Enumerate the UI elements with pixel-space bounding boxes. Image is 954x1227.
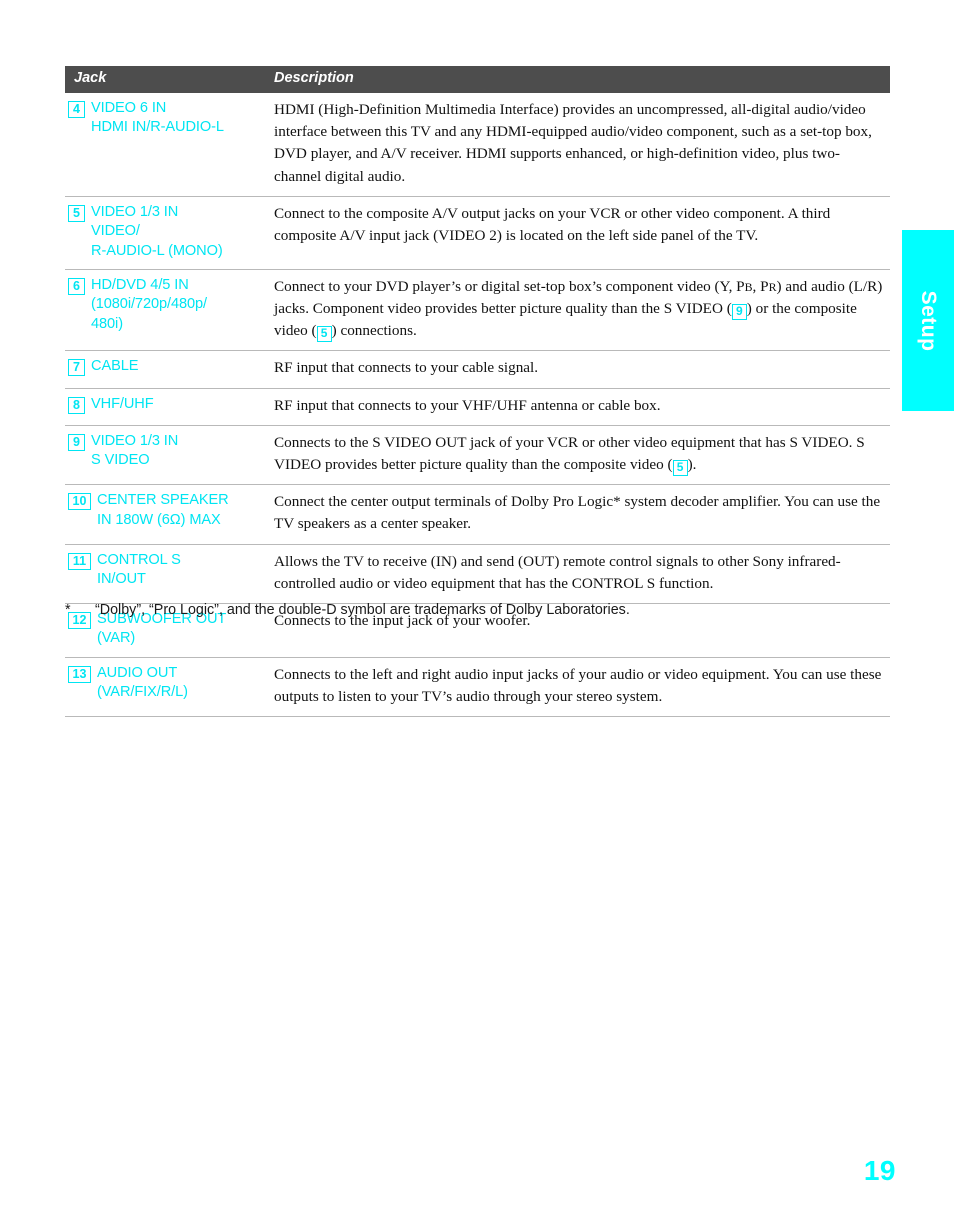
page-number: 19 <box>863 1155 896 1186</box>
jack-label: CENTER SPEAKER IN 180W (6Ω) MAX <box>97 491 229 530</box>
inline-reference-badge: 5 <box>316 326 332 343</box>
table-row: 8 VHF/UHF RF input that connects to your V… <box>65 388 890 426</box>
jack-label-line: VIDEO/ <box>91 223 140 240</box>
jack-label-line: VIDEO 6 IN <box>91 99 167 116</box>
section-tab-setup: Setup <box>902 230 954 411</box>
description-text: ). <box>687 456 697 474</box>
jack-label: AUDIO OUT (VAR/FIX/R/L) <box>97 664 188 703</box>
jack-label-line: 480i) <box>91 315 123 332</box>
section-tab-label: Setup <box>917 290 940 351</box>
jack-label-line: (VAR/FIX/R/L) <box>97 684 188 701</box>
description-cell: Connects to the left and right audio inp… <box>261 657 890 716</box>
footnote-marker: * <box>65 602 71 618</box>
jack-number-badge: 13 <box>68 665 91 683</box>
jack-cell: 13 AUDIO OUT (VAR/FIX/R/L) <box>65 657 261 716</box>
jacks-table: Jack Description 4 VIDEO 6 IN HDMI IN/R-AU… <box>65 66 890 717</box>
description-text: RF input that connects to your VHF/UHF a… <box>274 396 661 414</box>
table-header: Jack Description <box>65 66 890 93</box>
jack-number-badge: 11 <box>68 552 91 570</box>
jack-number-badge: 10 <box>68 493 91 511</box>
jack-label-line: AUDIO OUT <box>97 664 178 681</box>
description-text: Allows the TV to receive (IN) and send (… <box>274 552 841 592</box>
jacks-table-container: Jack Description 4 VIDEO 6 IN HDMI IN/R-AU… <box>65 66 890 717</box>
jack-number-badge: 6 <box>68 277 85 295</box>
description-cell: Allows the TV to receive (IN) and send (… <box>261 544 890 603</box>
jack-label-line: HDMI IN/R-AUDIO-L <box>91 119 224 136</box>
inline-reference-badge: 5 <box>672 460 688 477</box>
description-cell: RF input that connects to your cable sig… <box>261 351 890 388</box>
jack-cell: 8 VHF/UHF <box>65 388 261 425</box>
jack-label: VHF/UHF <box>91 395 154 414</box>
jack-label: HD/DVD 4/5 IN (1080i/720p/480p/480i) <box>91 276 207 334</box>
jack-label-line: VIDEO 1/3 IN <box>91 432 179 449</box>
jack-cell: 6 HD/DVD 4/5 IN (1080i/720p/480p/480i) <box>65 269 261 351</box>
jack-number-badge: 9 <box>68 433 85 451</box>
footnote-text: “Dolby”, “Pro Logic”, and the double-D s… <box>95 602 630 618</box>
table-row: 5 VIDEO 1/3 IN VIDEO/R-AUDIO-L (MONO) Conne… <box>65 196 890 270</box>
jack-cell: 11 CONTROL S IN/OUT <box>65 544 261 603</box>
jack-label-line: CENTER SPEAKER <box>97 492 229 509</box>
description-text: Connect to your DVD player’s or digital … <box>274 277 745 295</box>
table-row: 11 CONTROL S IN/OUT Allows the TV to receiv… <box>65 544 890 604</box>
jack-label-line: (1080i/720p/480p/ <box>91 296 207 313</box>
table-row: 7 CABLE RF input that connects to your cab… <box>65 351 890 389</box>
jack-label-line: IN/OUT <box>97 571 146 587</box>
column-header-jack: Jack <box>65 66 261 93</box>
column-header-description: Description <box>261 66 890 93</box>
description-cell: HDMI (High-Definition Multimedia Interfa… <box>261 93 890 196</box>
table-row: 13 AUDIO OUT (VAR/FIX/R/L) Connects to the … <box>65 657 890 717</box>
jack-cell: 4 VIDEO 6 IN HDMI IN/R-AUDIO-L <box>65 93 261 196</box>
jack-label: CABLE <box>91 357 138 376</box>
jack-number-badge: 7 <box>68 359 85 377</box>
jack-label: CONTROL S IN/OUT <box>97 551 181 590</box>
description-cell: Connect to your DVD player’s or digital … <box>261 269 890 351</box>
jack-label: VIDEO 1/3 IN VIDEO/R-AUDIO-L (MONO) <box>91 203 223 261</box>
table-row: 4 VIDEO 6 IN HDMI IN/R-AUDIO-L HDMI (High-D… <box>65 93 890 197</box>
jack-label-line: IN 180W (6Ω) MAX <box>97 511 221 528</box>
table-header-row: Jack Description <box>65 66 890 93</box>
footnote: * “Dolby”, “Pro Logic”, and the double-D… <box>65 602 890 618</box>
inline-reference-badge: 9 <box>731 304 747 321</box>
description-text: , P <box>752 277 769 295</box>
jack-label-line: R-AUDIO-L (MONO) <box>91 242 223 259</box>
description-cell: Connect the center output terminals of D… <box>261 485 890 544</box>
table-row: 9 VIDEO 1/3 IN S VIDEO Connects to the S VI… <box>65 425 890 485</box>
description-text: Connect the center output terminals of D… <box>274 493 881 533</box>
smallcap-text: B <box>744 279 753 294</box>
description-text: HDMI (High-Definition Multimedia Interfa… <box>274 100 872 185</box>
jack-cell: 5 VIDEO 1/3 IN VIDEO/R-AUDIO-L (MONO) <box>65 196 261 269</box>
jack-cell: 9 VIDEO 1/3 IN S VIDEO <box>65 425 261 484</box>
jack-number-badge: 4 <box>68 100 85 118</box>
jack-label-line: CABLE <box>91 358 139 375</box>
jack-cell: 10 CENTER SPEAKER IN 180W (6Ω) MAX <box>65 485 261 544</box>
jack-number-badge: 5 <box>68 204 85 222</box>
jack-label-line: S VIDEO <box>91 452 150 469</box>
jack-label: VIDEO 6 IN HDMI IN/R-AUDIO-L <box>91 99 224 138</box>
table-body: 4 VIDEO 6 IN HDMI IN/R-AUDIO-L HDMI (High-D… <box>65 93 890 717</box>
table-row: 10 CENTER SPEAKER IN 180W (6Ω) MAX Connect … <box>65 485 890 545</box>
description-text: ) connections. <box>331 322 417 340</box>
jack-label-line: HD/DVD 4/5 IN <box>91 276 189 293</box>
manual-page: Setup Jack Description 4 VIDEO 6 IN HDMI I… <box>0 0 954 1227</box>
table-row: 6 HD/DVD 4/5 IN (1080i/720p/480p/480i) Conn… <box>65 269 890 351</box>
description-cell: RF input that connects to your VHF/UHF a… <box>261 388 890 425</box>
jack-label-line: CONTROL S <box>97 551 181 568</box>
jack-label-line: (VAR) <box>97 630 136 647</box>
jack-label-line: VHF/UHF <box>91 395 154 412</box>
jack-number-badge: 8 <box>68 396 85 414</box>
description-cell: Connect to the composite A/V output jack… <box>261 196 890 269</box>
description-cell: Connects to the S VIDEO OUT jack of your… <box>261 425 890 484</box>
description-text: Connect to the composite A/V output jack… <box>274 204 831 244</box>
description-text: Connects to the left and right audio inp… <box>274 665 882 705</box>
description-text: Connects to the S VIDEO OUT jack of your… <box>274 433 865 474</box>
jack-label-line: VIDEO 1/3 IN <box>91 203 179 220</box>
jack-cell: 7 CABLE <box>65 351 261 388</box>
description-text: RF input that connects to your cable sig… <box>274 359 539 377</box>
jack-label: VIDEO 1/3 IN S VIDEO <box>91 432 178 471</box>
